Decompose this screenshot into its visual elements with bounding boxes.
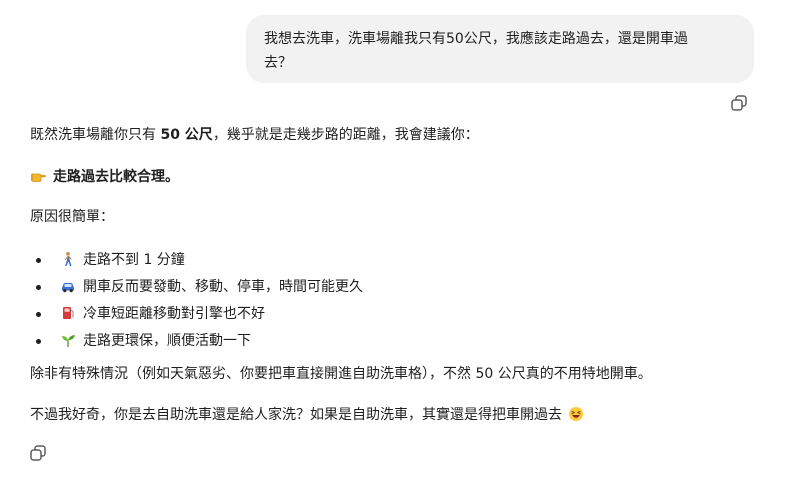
intro-text-start: 既然洗車場離你只有 xyxy=(30,127,161,143)
grinning-squinting-face-emoji xyxy=(569,407,583,421)
exception-note: 除非有特殊情況（例如天氣惡劣、你要把車直接開進自助洗車格），不然 50 公尺真的… xyxy=(30,366,652,382)
backhand-index-pointing-right-emoji xyxy=(31,173,46,182)
bullet-dot xyxy=(36,285,41,290)
follow-up-question: 不過我好奇，你是去自助洗車還是給人家洗？如果是自助洗車，其實還是得把車開過去 xyxy=(30,404,584,426)
person-walking-emoji xyxy=(64,252,72,266)
copy-icon xyxy=(30,445,46,461)
user-message-bubble: 我想去洗車，洗車場離我只有50公尺，我應該走路過去，還是開車過 去？ xyxy=(246,15,754,83)
reason-text: 開車反而要發動、移動、停車，時間可能更久 xyxy=(83,279,363,295)
intro-text-end: ，幾乎就是走幾步路的距離，我會建議你： xyxy=(212,127,479,143)
follow-up-text: 不過我好奇，你是去自助洗車還是給人家洗？如果是自助洗車，其實還是得把車開過去 xyxy=(30,407,562,423)
fuel-pump-emoji xyxy=(63,307,74,319)
reasons-heading: 原因很簡單： xyxy=(30,209,114,225)
user-message-line-2: 去？ xyxy=(264,55,292,71)
bullet-dot xyxy=(36,312,41,317)
assistant-intro: 既然洗車場離你只有 50 公尺，幾乎就是走幾步路的距離，我會建議你： xyxy=(30,124,479,146)
copy-icon xyxy=(731,95,747,111)
seedling-emoji xyxy=(62,335,75,347)
intro-distance: 50 公尺 xyxy=(160,127,213,143)
car-emoji xyxy=(62,283,74,293)
bullet-dot xyxy=(36,258,41,263)
reason-text: 走路不到 1 分鐘 xyxy=(83,252,185,268)
copy-response-button[interactable] xyxy=(29,444,47,462)
recommendation-text: 走路過去比較合理。 xyxy=(53,169,179,185)
assistant-recommendation: 走路過去比較合理。 xyxy=(30,166,179,188)
bullet-dot xyxy=(36,339,41,344)
reason-text: 走路更環保，順便活動一下 xyxy=(83,333,251,349)
copy-user-message-button[interactable] xyxy=(730,94,748,112)
user-message-line-1: 我想去洗車，洗車場離我只有50公尺，我應該走路過去，還是開車過 xyxy=(264,31,688,47)
reason-text: 冷車短距離移動對引擎也不好 xyxy=(83,306,265,322)
